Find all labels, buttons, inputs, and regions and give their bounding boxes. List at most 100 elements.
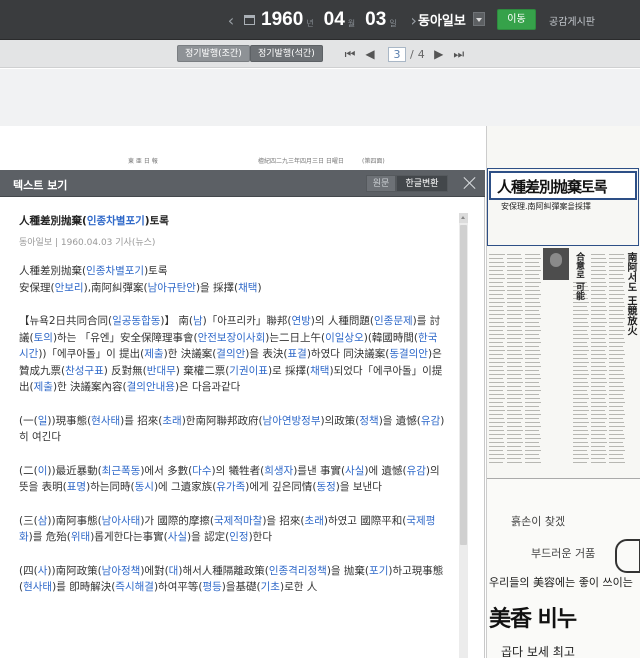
scan-text-line <box>573 366 587 367</box>
scroll-thumb[interactable] <box>460 225 467 545</box>
scan-text-line <box>591 294 606 295</box>
scan-text-line <box>507 310 523 311</box>
scan-text-line <box>507 414 522 415</box>
prev-page-icon[interactable]: ◀ <box>360 47 380 61</box>
scan-text-line <box>609 374 624 375</box>
scan-columns <box>489 252 639 470</box>
hangul-reading: 국제적마찰 <box>214 514 263 527</box>
tab-morning-edition[interactable]: 정기발행(조간) <box>177 45 250 62</box>
last-page-icon[interactable]: ⏭ <box>449 47 469 62</box>
next-page-icon[interactable]: ▶ <box>429 47 449 61</box>
hangul-reading: 위태 <box>70 531 91 543</box>
scroll-up-icon[interactable] <box>459 213 468 223</box>
article-text-segment: )한 決議案( <box>163 348 217 360</box>
date-day[interactable]: 03 <box>365 9 386 31</box>
tab-evening-edition[interactable]: 정기발행(석간) <box>250 45 323 62</box>
scan-text-line <box>573 314 589 315</box>
scan-text-line <box>507 374 521 375</box>
scan-text-line <box>609 334 623 335</box>
board-link[interactable]: 공감게시판 <box>549 13 595 28</box>
scan-text-line <box>489 370 504 371</box>
scan-text-line <box>591 262 607 263</box>
hangul-reading: 안전보장이사회 <box>197 331 266 344</box>
hangul-convert-toggle[interactable]: 한글변환 <box>396 175 448 192</box>
scan-text-line <box>525 406 539 407</box>
scan-text-line <box>573 426 587 427</box>
current-page-input[interactable]: 3 <box>388 46 406 62</box>
scan-text-line <box>609 370 623 371</box>
calendar-icon[interactable] <box>244 15 255 25</box>
text-scrollbar[interactable] <box>459 213 468 658</box>
scan-text-line <box>507 286 523 287</box>
newspaper-page-strip[interactable] <box>0 126 485 170</box>
scan-text-line <box>591 434 605 435</box>
hangul-reading: 남아사태 <box>101 514 141 527</box>
strip-page: (第四面) <box>362 158 385 165</box>
scan-text-line <box>525 398 540 399</box>
portrait-photo <box>543 248 569 280</box>
date-month[interactable]: 04 <box>324 9 345 31</box>
scan-text-line <box>525 402 541 403</box>
scan-text-line <box>609 342 625 343</box>
viewer-margin <box>0 69 640 126</box>
hangul-reading: 유감 <box>406 464 426 477</box>
scan-text-line <box>489 262 504 263</box>
scan-text-line <box>525 326 540 327</box>
article-paragraph-2: (一(일))現事態(현사태)를 招來(초래)한南阿聯邦政府(남아연방정부)의政策… <box>19 413 446 446</box>
scan-text-line <box>507 314 521 315</box>
article-text-segment: ) 棄權二票( <box>175 364 230 377</box>
scan-text-line <box>573 338 589 339</box>
scan-text-line <box>591 430 607 431</box>
article-text-segment: )을 表決( <box>245 348 288 360</box>
scan-text-line <box>489 354 503 355</box>
total-pages: 4 <box>417 47 425 61</box>
scan-text-line <box>489 334 504 335</box>
scan-text-line <box>525 458 540 459</box>
scan-text-line <box>591 422 605 423</box>
scan-text-line <box>489 458 505 459</box>
article-text-segment: )의政策( <box>320 414 360 427</box>
article-text-segment: (一( <box>19 414 38 427</box>
scan-text-line <box>507 418 523 419</box>
article-text-segment: )하는 「유엔」安全保障理事會( <box>52 331 198 344</box>
newspaper-scan[interactable]: 人種差別抛棄토록 安保理.南阿糾彈案을採擇 合意로 可能 南阿서도 王競放火 흙… <box>486 126 640 658</box>
scan-text-line <box>609 454 623 455</box>
scan-text-line <box>609 326 624 327</box>
scan-text-line <box>489 274 504 275</box>
scan-text-line <box>591 446 605 447</box>
newspaper-select[interactable]: 동아일보 <box>418 10 466 29</box>
scan-text-line <box>489 442 504 443</box>
article-paragraph-4: (三(삼))南阿事態(남아사태)가 國際的摩擦(국제적마찰)을 招來(초래)하였… <box>19 513 446 546</box>
article-title: 人種差別抛棄(인종차별포기)토록 <box>19 215 169 227</box>
article-text-segment: )를 危殆( <box>28 531 71 543</box>
close-icon[interactable] <box>461 174 479 192</box>
article-text-segment: )의 犧牲者( <box>211 464 265 477</box>
date-year[interactable]: 1960 <box>261 9 303 31</box>
hangul-reading: 제출 <box>33 381 53 393</box>
scan-text-line <box>525 374 540 375</box>
scan-text-line <box>507 262 523 263</box>
hangul-reading: 인종문제 <box>374 315 413 327</box>
scan-text-line <box>591 354 606 355</box>
scan-text-line <box>525 274 539 275</box>
scan-text-line <box>525 266 540 267</box>
ad-slogan: 우리들의 美容에는 좋이 쓰이는 <box>489 576 633 589</box>
original-text-toggle[interactable]: 원문 <box>366 175 396 192</box>
hangul-reading: 찬성구표 <box>65 364 104 377</box>
scan-text-line <box>573 442 588 443</box>
newspaper-dropdown-icon[interactable] <box>473 12 485 26</box>
scan-text-line <box>507 358 523 359</box>
scan-text-line <box>591 370 607 371</box>
scan-text-line <box>489 414 503 415</box>
article-text-segment: (二( <box>19 464 38 477</box>
first-page-icon[interactable]: ⏮ <box>340 47 360 62</box>
prev-date-icon[interactable]: ‹ <box>224 11 238 30</box>
scan-text-line <box>609 394 623 395</box>
move-button[interactable]: 이동 <box>497 9 536 30</box>
article-text-segment: )에 그遺家族( <box>153 481 217 493</box>
scan-text-line <box>591 426 606 427</box>
article-text-segment: )에 遺憾( <box>364 464 407 477</box>
hangul-reading: 남아정책 <box>101 564 141 577</box>
scan-text-line <box>507 366 522 367</box>
article-text-segment: 【뉴욕2日共同合同( <box>19 315 113 327</box>
